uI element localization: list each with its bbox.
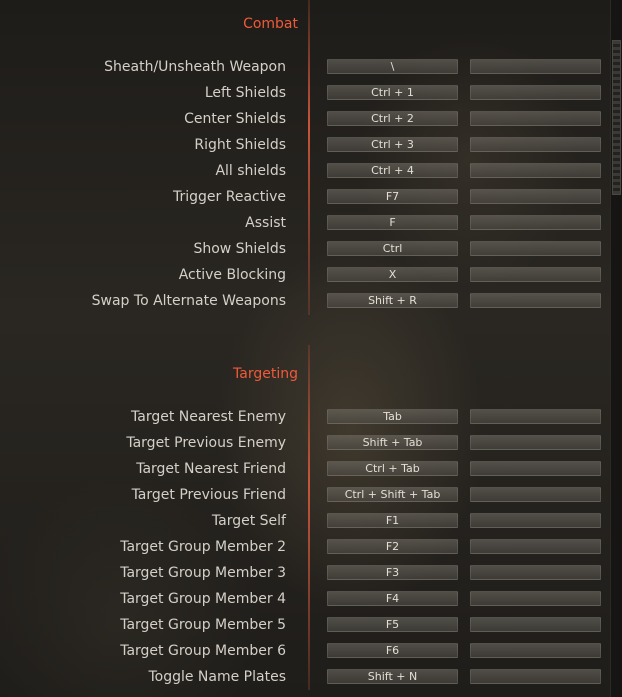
primary-key-button[interactable]: X (327, 267, 458, 282)
primary-key-button[interactable]: Ctrl + 2 (327, 111, 458, 126)
keybind-row: Target Group Member 3 F3 (0, 564, 610, 582)
primary-key-button[interactable]: Shift + R (327, 293, 458, 308)
secondary-key-button[interactable] (470, 487, 601, 502)
primary-key-button[interactable]: F (327, 215, 458, 230)
secondary-key-button[interactable] (470, 267, 601, 282)
secondary-key-button[interactable] (470, 137, 601, 152)
keybind-row: Sheath/Unsheath Weapon \ (0, 58, 610, 76)
action-label: Active Blocking (178, 267, 286, 283)
keybind-row: Target Group Member 5 F5 (0, 616, 610, 634)
secondary-key-button[interactable] (470, 111, 601, 126)
secondary-key-button[interactable] (470, 591, 601, 606)
action-label: Target Previous Friend (131, 487, 286, 503)
primary-key-button[interactable]: Shift + N (327, 669, 458, 684)
keybind-row: Target Previous Friend Ctrl + Shift + Ta… (0, 486, 610, 504)
action-label: Target Group Member 2 (120, 539, 286, 555)
keybind-row: Trigger Reactive F7 (0, 188, 610, 206)
primary-key-button[interactable]: F3 (327, 565, 458, 580)
primary-key-button[interactable]: Shift + Tab (327, 435, 458, 450)
primary-key-button[interactable]: Ctrl + 1 (327, 85, 458, 100)
action-label: Target Group Member 3 (120, 565, 286, 581)
primary-key-button[interactable]: F7 (327, 189, 458, 204)
action-label: Center Shields (184, 111, 286, 127)
keybind-row: Target Self F1 (0, 512, 610, 530)
action-label: Show Shields (193, 241, 286, 257)
secondary-key-button[interactable] (470, 643, 601, 658)
action-label: Left Shields (204, 85, 286, 101)
keybind-row: All shields Ctrl + 4 (0, 162, 610, 180)
keybind-row: Target Group Member 2 F2 (0, 538, 610, 556)
secondary-key-button[interactable] (470, 241, 601, 256)
keybind-row: Toggle Name Plates Shift + N (0, 668, 610, 686)
action-label: Target Group Member 4 (120, 591, 286, 607)
secondary-key-button[interactable] (470, 435, 601, 450)
keybind-row: Right Shields Ctrl + 3 (0, 136, 610, 154)
secondary-key-button[interactable] (470, 617, 601, 632)
action-label: Target Group Member 5 (120, 617, 286, 633)
keybind-row: Center Shields Ctrl + 2 (0, 110, 610, 128)
secondary-key-button[interactable] (470, 215, 601, 230)
keybind-row: Target Nearest Friend Ctrl + Tab (0, 460, 610, 478)
secondary-key-button[interactable] (470, 59, 601, 74)
keybind-row: Target Group Member 6 F6 (0, 642, 610, 660)
secondary-key-button[interactable] (470, 293, 601, 308)
action-label: Right Shields (194, 137, 286, 153)
action-label: Target Group Member 6 (120, 643, 286, 659)
primary-key-button[interactable]: F4 (327, 591, 458, 606)
primary-key-button[interactable]: F1 (327, 513, 458, 528)
primary-key-button[interactable]: Tab (327, 409, 458, 424)
action-label: All shields (215, 163, 286, 179)
secondary-key-button[interactable] (470, 189, 601, 204)
keybind-row: Show Shields Ctrl (0, 240, 610, 258)
section-title-combat: Combat (243, 16, 298, 32)
secondary-key-button[interactable] (470, 409, 601, 424)
action-label: Target Nearest Friend (136, 461, 286, 477)
primary-key-button[interactable]: Ctrl + Tab (327, 461, 458, 476)
keybind-row: Target Previous Enemy Shift + Tab (0, 434, 610, 452)
section-title-targeting: Targeting (233, 366, 298, 382)
primary-key-button[interactable]: Ctrl (327, 241, 458, 256)
secondary-key-button[interactable] (470, 513, 601, 528)
action-label: Swap To Alternate Weapons (91, 293, 286, 309)
secondary-key-button[interactable] (470, 539, 601, 554)
keybind-row: Assist F (0, 214, 610, 232)
action-label: Target Nearest Enemy (131, 409, 286, 425)
secondary-key-button[interactable] (470, 461, 601, 476)
secondary-key-button[interactable] (470, 163, 601, 178)
secondary-key-button[interactable] (470, 565, 601, 580)
secondary-key-button[interactable] (470, 669, 601, 684)
scrollbar-thumb[interactable] (612, 40, 621, 195)
primary-key-button[interactable]: F6 (327, 643, 458, 658)
primary-key-button[interactable]: \ (327, 59, 458, 74)
primary-key-button[interactable]: F2 (327, 539, 458, 554)
action-label: Sheath/Unsheath Weapon (104, 59, 286, 75)
keybind-row: Left Shields Ctrl + 1 (0, 84, 610, 102)
action-label: Assist (245, 215, 286, 231)
keybind-row: Target Group Member 4 F4 (0, 590, 610, 608)
action-label: Target Previous Enemy (126, 435, 286, 451)
keybind-row: Swap To Alternate Weapons Shift + R (0, 292, 610, 310)
secondary-key-button[interactable] (470, 85, 601, 100)
keybind-row: Active Blocking X (0, 266, 610, 284)
action-label: Toggle Name Plates (148, 669, 286, 685)
action-label: Trigger Reactive (173, 189, 286, 205)
keybind-row: Target Nearest Enemy Tab (0, 408, 610, 426)
scrollbar[interactable] (610, 0, 622, 697)
action-label: Target Self (211, 513, 286, 529)
primary-key-button[interactable]: Ctrl + 4 (327, 163, 458, 178)
primary-key-button[interactable]: Ctrl + Shift + Tab (327, 487, 458, 502)
primary-key-button[interactable]: Ctrl + 3 (327, 137, 458, 152)
primary-key-button[interactable]: F5 (327, 617, 458, 632)
